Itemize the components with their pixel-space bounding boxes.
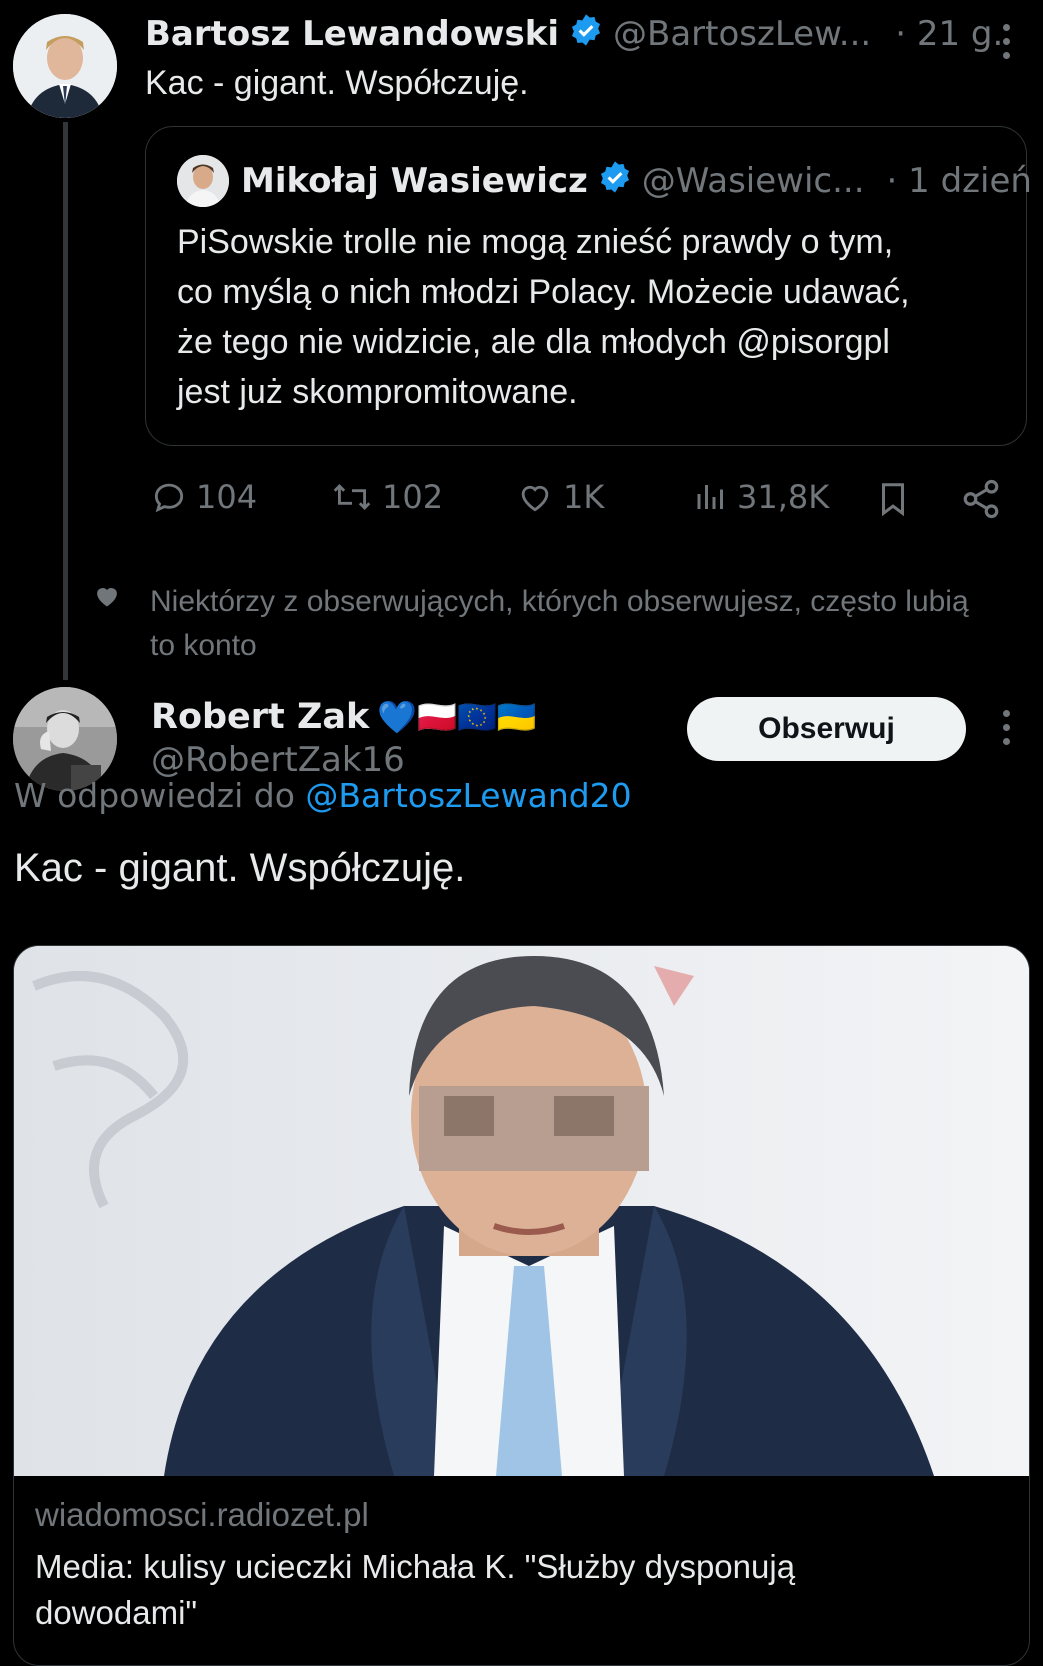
link-card-image [14,946,1029,1476]
link-title: Media: kulisy ucieczki Michała K. "Służb… [35,1544,795,1636]
quoted-author-handle: @Wasiewic... [641,161,865,201]
views-button[interactable]: 31,8K [693,478,829,516]
heart-icon [521,485,549,512]
social-context: Niektórzy z obserwujących, których obser… [150,580,1043,668]
share-icon [963,479,999,519]
mikolaj-avatar [177,155,229,207]
bookmark-button[interactable] [874,478,912,520]
quoted-tweet[interactable]: Mikołaj Wasiewicz @Wasiewic... · 1 dzień… [145,126,1032,446]
link-title-line: dowodami" [35,1594,198,1631]
bookmark-icon [881,483,905,517]
reply-author-handle[interactable]: @RobertZak16 [151,740,405,780]
share-button[interactable] [960,478,1002,520]
social-context-line: to konto [150,629,257,662]
reply-count: 104 [196,478,258,516]
reply-author-row: Robert Zak 💙🇵🇱🇪🇺🇺🇦 [151,694,537,740]
main-tweet-header: Bartosz Lewandowski @BartoszLew... · 21 … [145,12,1003,56]
thread-line [63,122,68,680]
replying-to-link[interactable]: @BartoszLewand20 [305,776,631,815]
quoted-time: · 1 dzień [886,161,1032,201]
author-name[interactable]: Bartosz Lewandowski [145,14,559,54]
more-options-icon[interactable] [1003,710,1010,745]
reply-tweet-text: Kac - gigant. Współczuję. [14,846,466,890]
link-domain: wiadomosci.radiozet.pl [35,1496,369,1533]
link-card[interactable]: wiadomosci.radiozet.pl Media: kulisy uci… [13,945,1030,1666]
verified-badge-icon [569,13,603,56]
reply-icon [154,483,184,513]
replying-to-prefix: W odpowiedzi do [14,776,295,815]
quoted-text-line: jest już skompromitowane. [177,373,578,411]
quoted-text-line: PiSowskie trolle nie mogą znieść prawdy … [177,223,894,261]
tweet-time[interactable]: · 21 g. [895,14,1003,54]
quoted-header: Mikołaj Wasiewicz @Wasiewic... · 1 dzień [241,157,1032,205]
quoted-text-line: co myślą o nich młodzi Polacy. Możecie u… [177,273,910,311]
like-count: 1K [563,478,605,516]
link-title-line: Media: kulisy ucieczki Michała K. "Służb… [35,1548,796,1585]
heart-context-icon [92,582,122,614]
bartosz-avatar[interactable] [13,14,117,118]
verified-badge-icon [598,160,632,203]
repost-icon [333,483,371,511]
views-count: 31,8K [737,478,830,516]
like-button[interactable]: 1K [515,478,604,516]
replying-to: W odpowiedzi do @BartoszLewand20 [14,776,632,815]
quoted-text-line: że tego nie widzicie, ale dla młodych @p… [177,323,890,361]
author-emojis: 💙🇵🇱🇪🇺🇺🇦 [377,698,537,736]
repost-button[interactable]: 102 [330,478,443,516]
more-options-icon[interactable] [1003,24,1010,59]
social-context-line: Niektórzy z obserwujących, których obser… [150,585,969,618]
reply-author-name[interactable]: Robert Zak [151,697,369,737]
reply-button[interactable]: 104 [150,478,257,516]
repost-count: 102 [382,478,444,516]
quoted-author-name: Mikołaj Wasiewicz [241,161,588,201]
quoted-text: PiSowskie trolle nie mogą znieść prawdy … [177,217,910,417]
main-tweet-text: Kac - gigant. Współczuję. [145,64,529,102]
author-handle[interactable]: @BartoszLew... [613,14,871,54]
views-icon [697,485,723,509]
follow-button[interactable]: Obserwuj [687,697,966,761]
